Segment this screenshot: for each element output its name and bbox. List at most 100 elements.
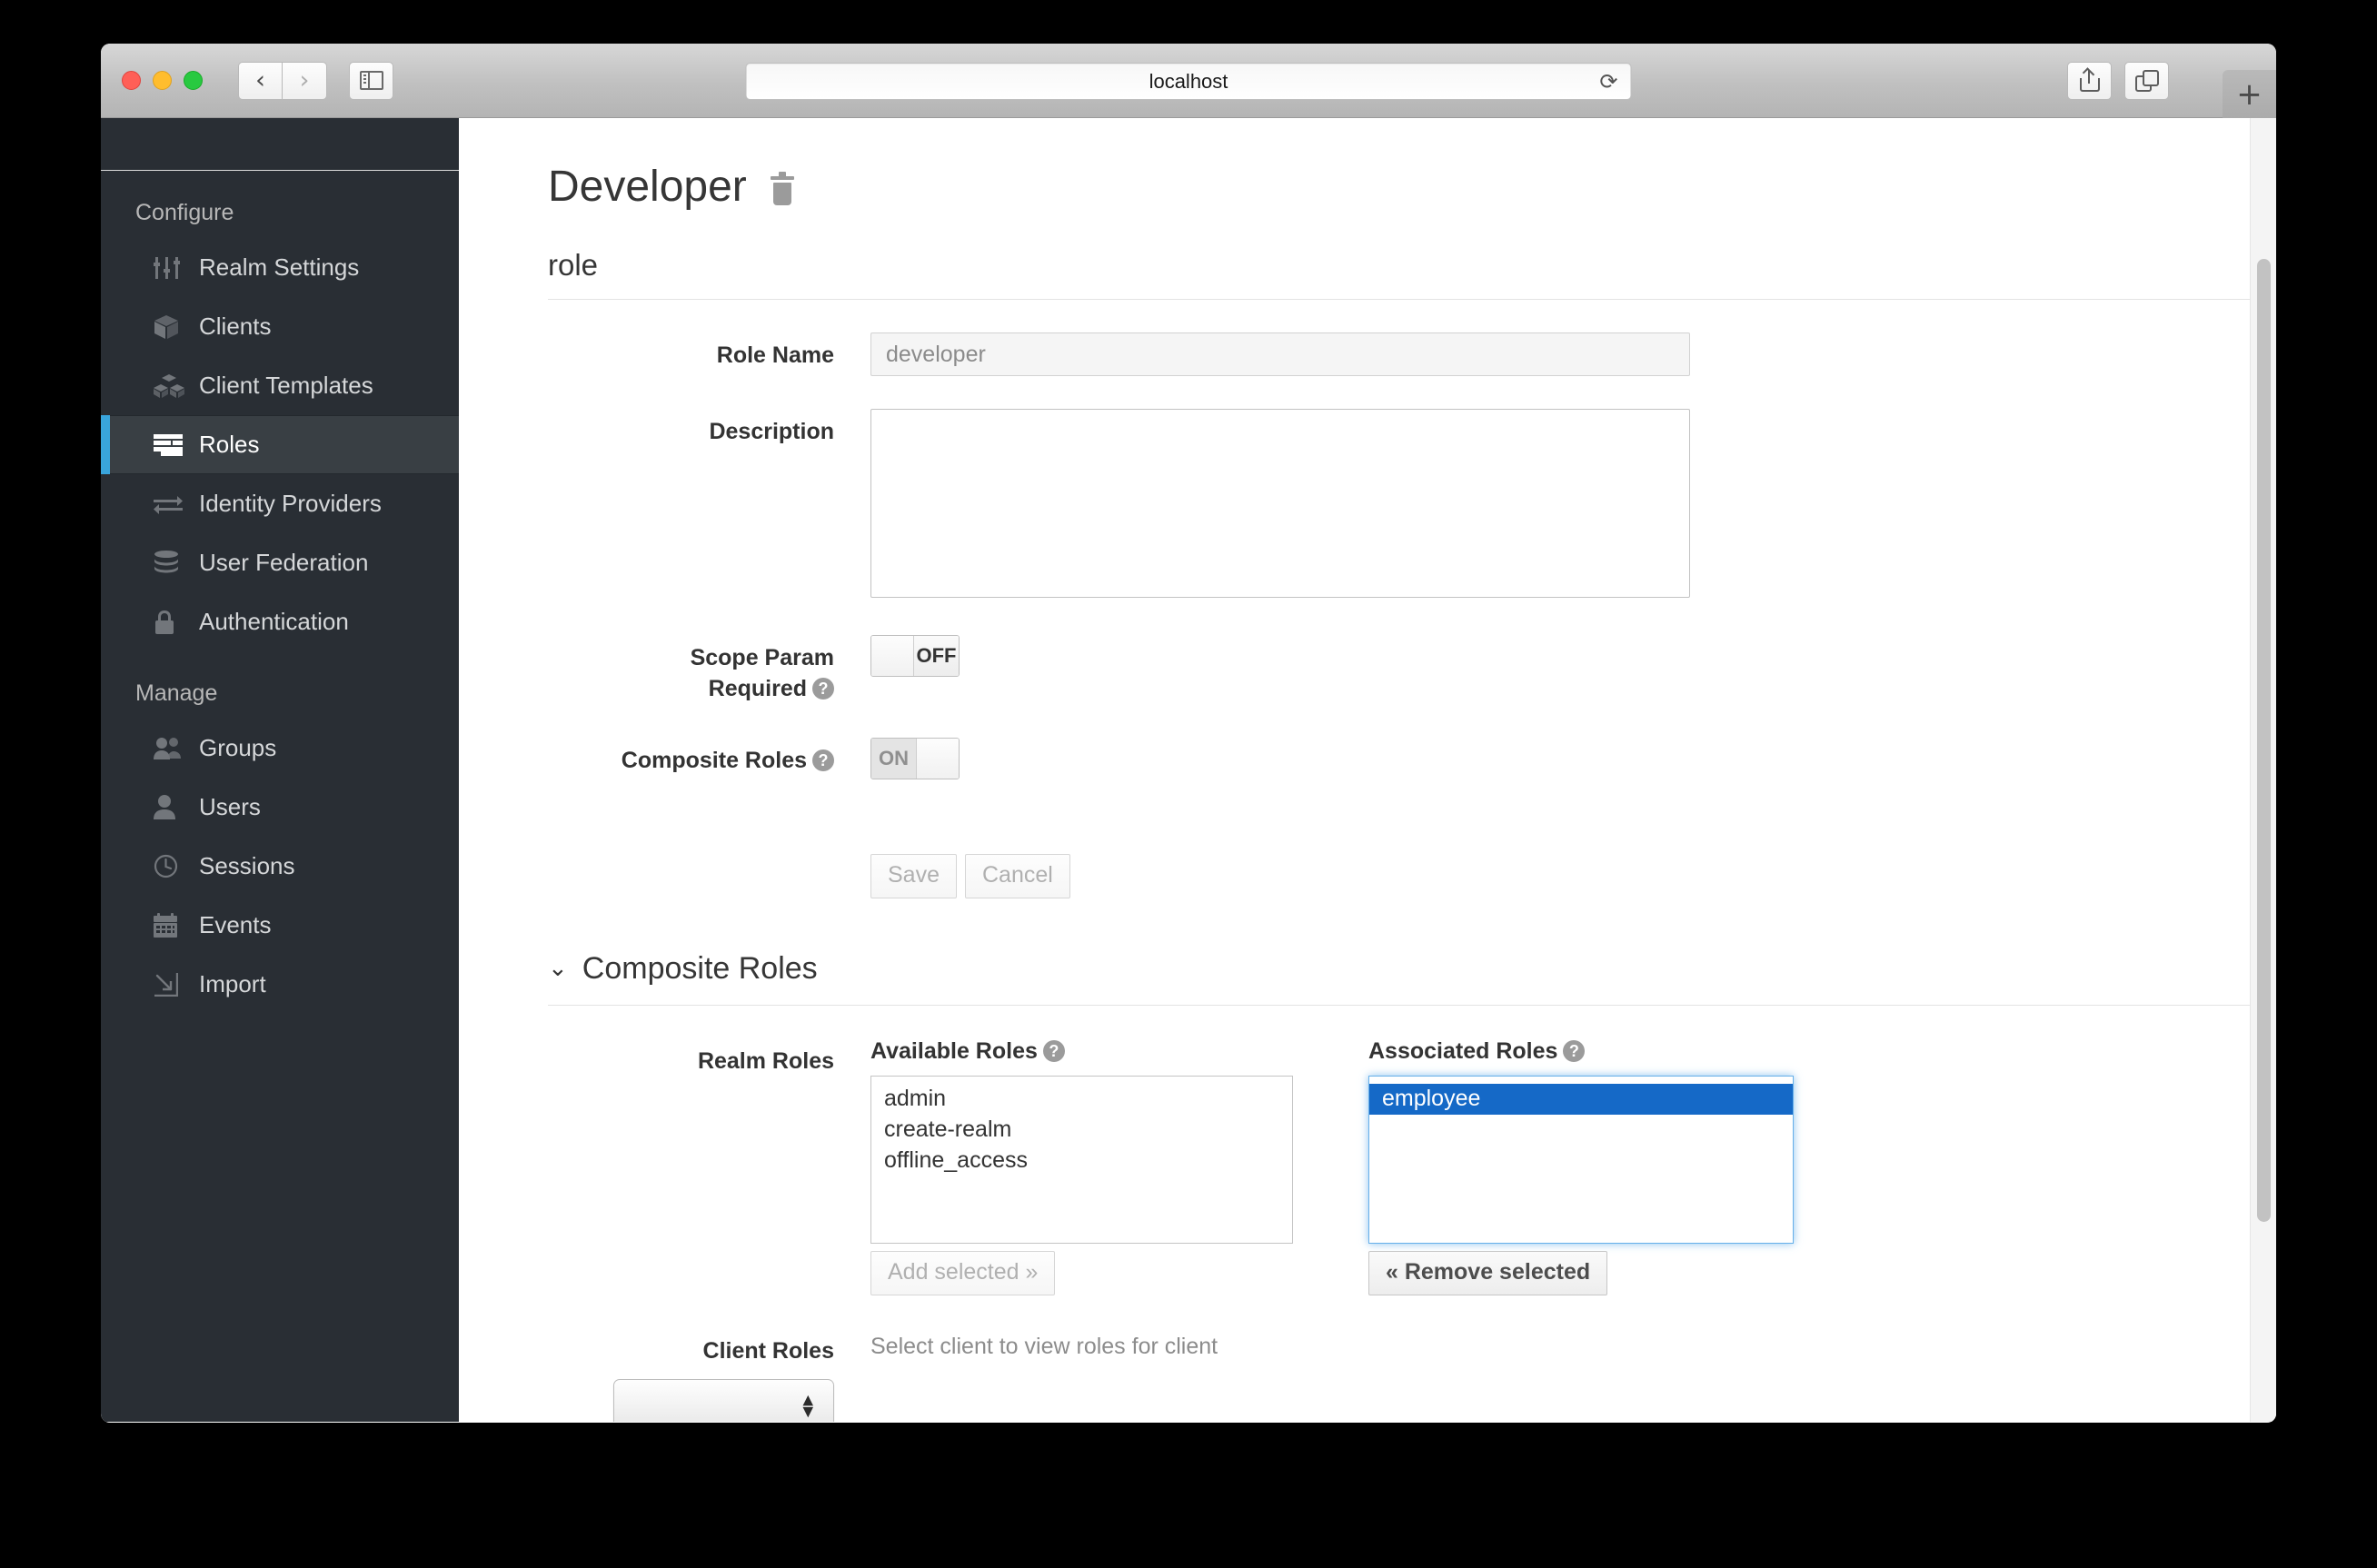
- sidebar-item-identity-providers[interactable]: Identity Providers: [101, 474, 459, 533]
- url-bar[interactable]: localhost ⟳: [745, 63, 1632, 100]
- scope-param-toggle[interactable]: OFF: [870, 635, 960, 677]
- sidebar-toggle-button[interactable]: [349, 61, 393, 100]
- sidebar-toggle-group: [349, 61, 393, 100]
- list-item[interactable]: admin: [871, 1084, 1292, 1115]
- role-name-label: Role Name: [716, 342, 834, 368]
- sliders-icon: [154, 256, 195, 280]
- toggle-knob: [871, 636, 913, 676]
- scope-param-row: Scope Param Required? OFF: [548, 635, 2213, 705]
- composite-roles-section-header[interactable]: ⌄ Composite Roles: [548, 951, 2265, 1006]
- composite-roles-toggle-label: Composite Roles?: [548, 738, 870, 779]
- page-scrollbar[interactable]: [2250, 118, 2276, 1422]
- main-content: Developer role Role Name Description: [459, 118, 2276, 1422]
- composite-roles-toggle[interactable]: ON: [870, 737, 960, 779]
- sidebar-item-label: Groups: [199, 734, 277, 761]
- help-circle-icon[interactable]: ?: [1042, 1039, 1065, 1062]
- exchange-arrows-icon: [154, 493, 195, 515]
- maximize-window-button[interactable]: [184, 71, 203, 90]
- sidebar-scrolled-item-label: Realm: [194, 118, 260, 121]
- save-button[interactable]: Save: [870, 853, 957, 898]
- help-circle-icon[interactable]: ?: [812, 677, 834, 700]
- lock-icon: [154, 610, 195, 635]
- navigation-buttons: ‹ ›: [238, 61, 327, 100]
- help-circle-icon[interactable]: ?: [812, 749, 834, 771]
- cancel-button[interactable]: Cancel: [964, 853, 1070, 898]
- sidebar-item-label: Users: [199, 793, 261, 820]
- sidebar-item-events[interactable]: Events: [101, 896, 459, 955]
- tabs-overview-icon: [2134, 70, 2159, 92]
- sidebar-item-user-federation[interactable]: User Federation: [101, 533, 459, 592]
- clock-icon: [154, 854, 195, 878]
- list-item[interactable]: employee: [1369, 1083, 1793, 1115]
- group-users-icon: [154, 737, 195, 760]
- browser-titlebar: ‹ › localhost ⟳ +: [101, 44, 2276, 118]
- client-roles-row: Client Roles ▲ ▼ Select client to view ro…: [548, 1328, 2213, 1422]
- chevron-down-icon[interactable]: ⌄: [548, 957, 568, 980]
- form-actions-row: Save Cancel: [548, 812, 2213, 898]
- cube-icon: [154, 314, 195, 340]
- client-roles-select[interactable]: ▲ ▼: [613, 1379, 834, 1422]
- composite-roles-section: ⌄ Composite Roles Realm Roles Available …: [548, 951, 2265, 1422]
- database-icon: [154, 550, 195, 576]
- list-item[interactable]: offline_access: [871, 1146, 1292, 1176]
- sidebar-scrolled-item[interactable]: Realm: [101, 118, 459, 171]
- sidebar-section-title-manage: Manage: [135, 680, 218, 706]
- page-subtitle: role: [548, 248, 2265, 300]
- sidebar-item-label: Authentication: [199, 608, 349, 635]
- associated-roles-listbox[interactable]: employee: [1368, 1075, 1794, 1244]
- sidebar-item-import[interactable]: Import: [101, 955, 459, 1014]
- available-roles-listbox[interactable]: admin create-realm offline_access: [870, 1075, 1293, 1244]
- new-tab-button[interactable]: +: [2223, 70, 2276, 118]
- window-controls: [122, 71, 203, 90]
- page-body: Realm Configure Realm Settings: [101, 118, 2276, 1422]
- sidebar-item-groups[interactable]: Groups: [101, 719, 459, 778]
- minimize-window-button[interactable]: [153, 71, 172, 90]
- description-textarea[interactable]: [870, 409, 1690, 598]
- sidebar-item-sessions[interactable]: Sessions: [101, 837, 459, 896]
- trash-icon[interactable]: [770, 171, 794, 205]
- sidebar-item-label: Identity Providers: [199, 490, 382, 517]
- roles-bars-icon: [154, 433, 195, 456]
- sidebar-item-label: User Federation: [199, 549, 369, 576]
- realm-roles-label: Realm Roles: [697, 1047, 834, 1074]
- reload-icon[interactable]: ⟳: [1599, 69, 1617, 94]
- sidebar-item-label: Import: [199, 970, 266, 997]
- url-text: localhost: [1149, 69, 1228, 93]
- back-button[interactable]: ‹: [238, 61, 283, 100]
- tabs-overview-button[interactable]: [2124, 62, 2169, 100]
- sidebar-item-roles[interactable]: Roles: [101, 415, 459, 474]
- sidebar-toggle-icon: [359, 71, 383, 90]
- client-roles-hint: Select client to view roles for client: [870, 1333, 1218, 1359]
- list-item[interactable]: create-realm: [871, 1115, 1292, 1146]
- forward-button[interactable]: ›: [283, 61, 327, 100]
- toolbar-right-group: [2067, 62, 2169, 100]
- composite-roles-toggle-label-text: Composite Roles: [621, 747, 807, 773]
- share-button[interactable]: [2067, 62, 2112, 100]
- sidebar-item-label: Roles: [199, 431, 260, 458]
- sidebar-item-authentication[interactable]: Authentication: [101, 592, 459, 651]
- cubes-icon: [154, 373, 195, 399]
- form-actions-spacer: [548, 812, 870, 898]
- page-scrollbar-thumb[interactable]: [2257, 259, 2271, 1222]
- admin-sidebar: Realm Configure Realm Settings: [101, 118, 459, 1422]
- add-selected-button[interactable]: Add selected »: [870, 1250, 1056, 1295]
- sidebar-section-title-configure: Configure: [135, 200, 234, 225]
- description-label: Description: [709, 419, 834, 444]
- sidebar-item-users[interactable]: Users: [101, 778, 459, 837]
- sidebar-item-realm-settings[interactable]: Realm Settings: [101, 238, 459, 297]
- realm-roles-row: Realm Roles Available Roles? admin creat…: [548, 1038, 2213, 1295]
- remove-selected-button[interactable]: « Remove selected: [1368, 1250, 1608, 1295]
- sidebar-item-label: Events: [199, 911, 272, 938]
- available-roles-column: Available Roles? admin create-realm offl…: [870, 1038, 1368, 1295]
- scope-param-label-line2: Required: [708, 675, 807, 701]
- page-title: Developer: [548, 163, 747, 211]
- page-header: Developer: [548, 162, 2213, 212]
- sidebar-item-client-templates[interactable]: Client Templates: [101, 356, 459, 415]
- sidebar-item-label: Realm Settings: [199, 253, 360, 281]
- help-circle-icon[interactable]: ?: [1563, 1039, 1586, 1062]
- role-name-row: Role Name: [548, 332, 2213, 376]
- sidebar-item-label: Clients: [199, 313, 272, 340]
- role-name-input[interactable]: [870, 332, 1690, 376]
- close-window-button[interactable]: [122, 71, 141, 90]
- sidebar-item-clients[interactable]: Clients: [101, 297, 459, 356]
